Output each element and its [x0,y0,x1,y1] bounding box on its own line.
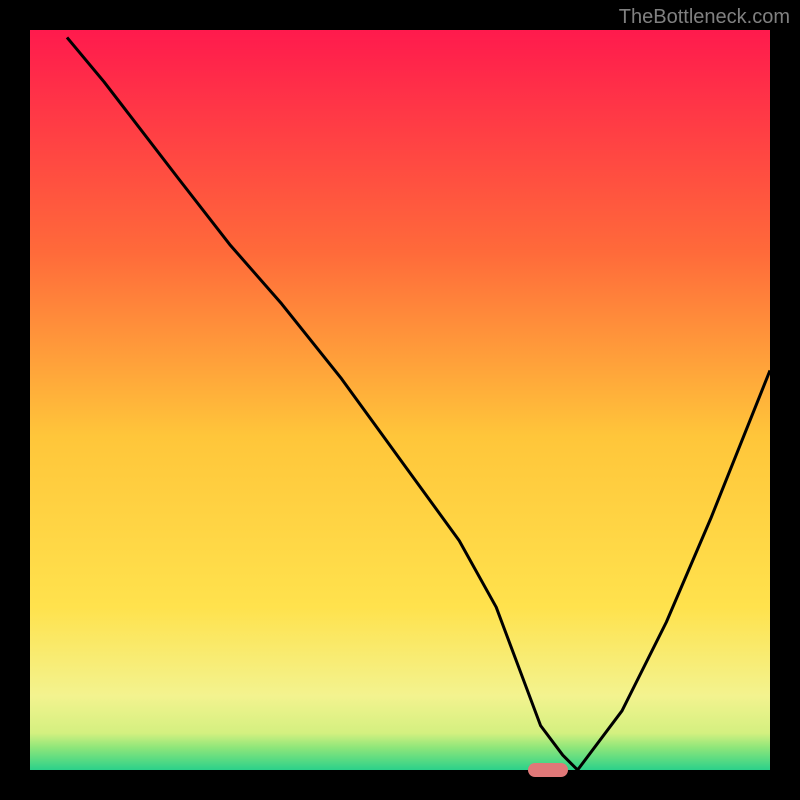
chart-stage: TheBottleneck.com [0,0,800,800]
optimal-marker [528,763,568,777]
bottleneck-plot [0,0,800,800]
watermark-text: TheBottleneck.com [619,6,790,29]
plot-background [30,30,770,770]
